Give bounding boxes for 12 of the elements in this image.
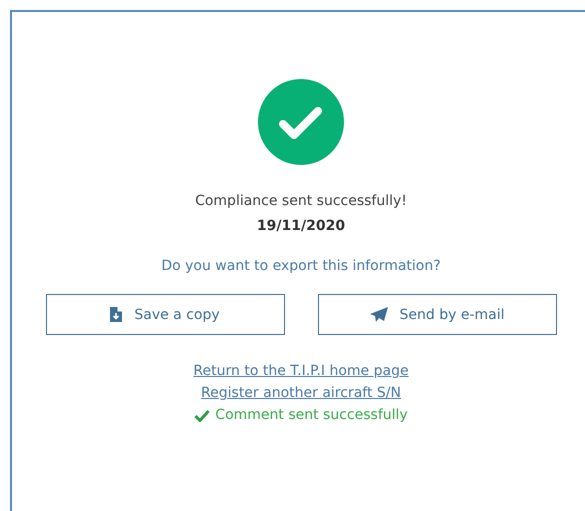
success-check-icon xyxy=(258,79,344,165)
export-question: Do you want to export this information? xyxy=(161,258,441,274)
comment-status: Comment sent successfully xyxy=(215,407,408,423)
check-icon xyxy=(194,408,210,422)
success-message: Compliance sent successfully! xyxy=(195,193,407,209)
text-link[interactable]: Return to the T.I.P.I home page xyxy=(193,363,409,379)
paper-plane-icon xyxy=(370,306,388,322)
save-copy-button[interactable]: Save a copy xyxy=(46,294,284,335)
file-download-icon xyxy=(110,307,122,322)
text-link[interactable]: Register another aircraft S/N xyxy=(201,385,401,401)
send-email-button[interactable]: Send by e-mail xyxy=(318,294,556,335)
sent-date: 19/11/2020 xyxy=(256,218,346,234)
